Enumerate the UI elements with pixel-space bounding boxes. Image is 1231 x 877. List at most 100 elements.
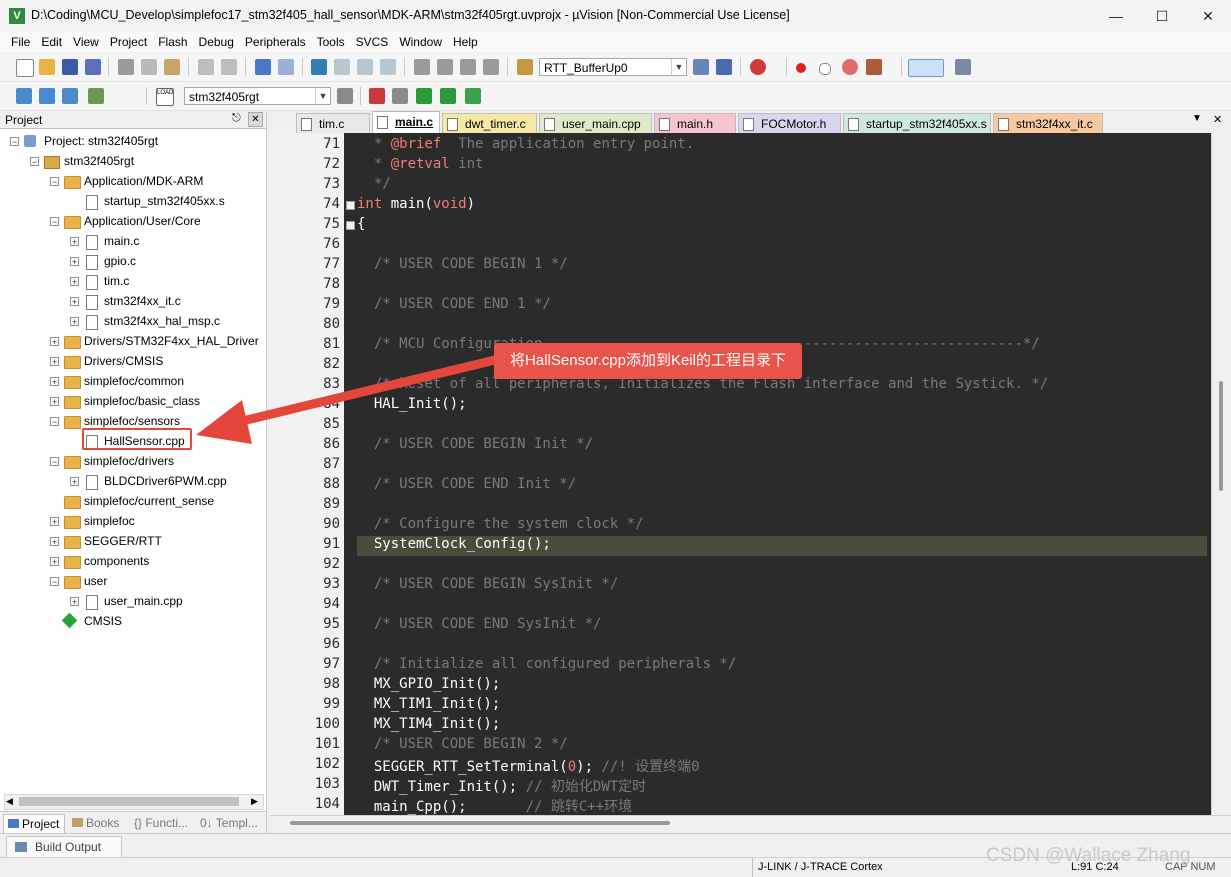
build-icon[interactable] [39, 88, 55, 104]
expand-icon[interactable]: + [70, 237, 79, 247]
new-file-icon[interactable] [16, 59, 34, 77]
code-line[interactable]: /* Initialize all configured peripherals… [357, 656, 736, 672]
tree-item[interactable]: − user [0, 571, 266, 591]
tab-list-icon[interactable]: ▼ [1192, 113, 1202, 124]
expand-icon[interactable]: + [70, 477, 79, 487]
scrollbar-thumb[interactable] [1219, 381, 1223, 491]
expand-icon[interactable]: + [50, 377, 59, 387]
kill-breakpoints-icon[interactable] [866, 59, 882, 75]
code-line[interactable]: DWT_Timer_Init(); // 初始化DWT定时 [357, 776, 646, 796]
code-line[interactable]: * @retval int [357, 156, 484, 172]
pin-icon[interactable]: ⎋ [232, 112, 241, 125]
tree-item[interactable]: + BLDCDriver6PWM.cpp [0, 471, 266, 491]
close-icon[interactable]: ✕ [248, 112, 263, 127]
indent-icon[interactable] [414, 59, 430, 75]
code-line[interactable]: /* USER CODE BEGIN 1 */ [357, 256, 568, 272]
incremental-find-icon[interactable] [716, 59, 732, 75]
editor-tab[interactable]: stm32f4xx_it.c [993, 113, 1103, 133]
code-line[interactable]: /* Configure the system clock */ [357, 516, 644, 532]
insert-breakpoint-icon[interactable] [796, 63, 806, 73]
code-line[interactable]: * @brief The application entry point. [357, 136, 694, 152]
manage-run-time-icon[interactable] [416, 88, 432, 104]
tree-item[interactable]: − stm32f405rgt [0, 151, 266, 171]
uncomment-icon[interactable] [483, 59, 499, 75]
maximize-icon[interactable]: ☐ [1139, 0, 1185, 32]
collapse-icon[interactable]: − [50, 417, 59, 427]
menu-svcs[interactable]: SVCS [351, 32, 395, 52]
configure-icon[interactable] [955, 59, 971, 75]
menu-tools[interactable]: Tools [312, 32, 351, 52]
find-in-files-icon[interactable] [517, 59, 533, 75]
bookmark-icon[interactable] [311, 59, 327, 75]
collapse-icon[interactable]: − [50, 217, 59, 227]
code-line[interactable]: /* USER CODE END Init */ [357, 476, 576, 492]
target-options-icon[interactable] [337, 88, 353, 104]
fold-marker-icon[interactable] [346, 221, 355, 230]
expand-icon[interactable]: + [70, 277, 79, 287]
select-packs-icon[interactable] [392, 88, 408, 104]
collapse-icon[interactable]: − [10, 137, 19, 147]
menu-edit[interactable]: Edit [36, 32, 68, 52]
code-line[interactable]: MX_GPIO_Init(); [357, 676, 500, 692]
tab-books[interactable]: Books [68, 814, 119, 832]
uvision-app-icon[interactable]: V [9, 8, 25, 24]
tree-item[interactable]: + main.c [0, 231, 266, 251]
tree-item[interactable]: simplefoc/current_sense [0, 491, 266, 511]
tab-templates[interactable]: 0↓ Templ... [200, 814, 258, 832]
arrow-left-icon[interactable]: ◀ [6, 796, 13, 807]
build-output-tab[interactable]: Build Output [6, 836, 122, 858]
code-area[interactable]: * @brief The application entry point. * … [270, 133, 1211, 815]
editor-tab[interactable]: tim.c [296, 113, 370, 133]
code-line[interactable]: /* USER CODE END 1 */ [357, 296, 551, 312]
menu-flash[interactable]: Flash [153, 32, 193, 52]
scrollbar-thumb[interactable] [290, 821, 670, 825]
pack-installer-icon[interactable] [440, 88, 456, 104]
expand-icon[interactable]: + [50, 557, 59, 567]
tree-item[interactable]: + components [0, 551, 266, 571]
editor-tab[interactable]: startup_stm32f405xx.s [843, 113, 991, 133]
window-layout-icon[interactable] [908, 59, 944, 77]
download-icon[interactable]: LOAD [156, 88, 174, 106]
vertical-scrollbar[interactable] [1211, 133, 1231, 815]
save-icon[interactable] [62, 59, 78, 75]
code-line[interactable]: /* USER CODE BEGIN 2 */ [357, 736, 568, 752]
menu-view[interactable]: View [68, 32, 105, 52]
expand-icon[interactable]: + [50, 357, 59, 367]
code-line[interactable]: main_Cpp(); // 跳转C++环境 [357, 796, 632, 815]
expand-icon[interactable]: + [50, 337, 59, 347]
copy-icon[interactable] [141, 59, 157, 75]
editor-tab[interactable]: dwt_timer.c [442, 113, 537, 133]
arrow-right-icon[interactable]: ▶ [251, 796, 258, 807]
menu-project[interactable]: Project [105, 32, 153, 52]
code-line[interactable]: SystemClock_Config(); [357, 536, 551, 552]
tree-item[interactable]: startup_stm32f405xx.s [0, 191, 266, 211]
tree-item[interactable]: + user_main.cpp [0, 591, 266, 611]
expand-icon[interactable]: + [70, 257, 79, 267]
code-line[interactable]: SEGGER_RTT_SetTerminal(0); //! 设置终端0 [357, 756, 700, 776]
code-line[interactable]: MX_TIM1_Init(); [357, 696, 500, 712]
debug-session-icon[interactable] [750, 59, 766, 75]
collapse-icon[interactable]: − [50, 457, 59, 467]
minimize-icon[interactable]: — [1093, 0, 1139, 32]
enable-breakpoint-icon[interactable] [819, 63, 831, 75]
editor-horizontal-scrollbar[interactable] [270, 815, 1231, 830]
tab-project[interactable]: Project [3, 814, 65, 834]
undo-icon[interactable] [198, 59, 214, 75]
rebuild-icon[interactable] [62, 88, 78, 104]
tree-item[interactable]: − simplefoc/drivers [0, 451, 266, 471]
navigate-forward-icon[interactable] [278, 59, 294, 75]
component-icon[interactable] [465, 88, 481, 104]
disable-breakpoints-icon[interactable] [842, 59, 858, 75]
tree-item[interactable]: + stm32f4xx_hal_msp.c [0, 311, 266, 331]
open-folder-icon[interactable] [39, 59, 55, 75]
cut-icon[interactable] [118, 59, 134, 75]
tree-item[interactable]: + gpio.c [0, 251, 266, 271]
expand-icon[interactable]: + [50, 397, 59, 407]
code-line[interactable]: { [357, 216, 365, 232]
code-line[interactable]: */ [357, 176, 391, 192]
menu-help[interactable]: Help [448, 32, 484, 52]
tab-functions[interactable]: {} Functi... [134, 814, 188, 832]
editor-tab[interactable]: main.c [372, 111, 440, 133]
tree-item[interactable]: CMSIS [0, 611, 266, 631]
chevron-down-icon[interactable]: ▼ [671, 59, 686, 75]
